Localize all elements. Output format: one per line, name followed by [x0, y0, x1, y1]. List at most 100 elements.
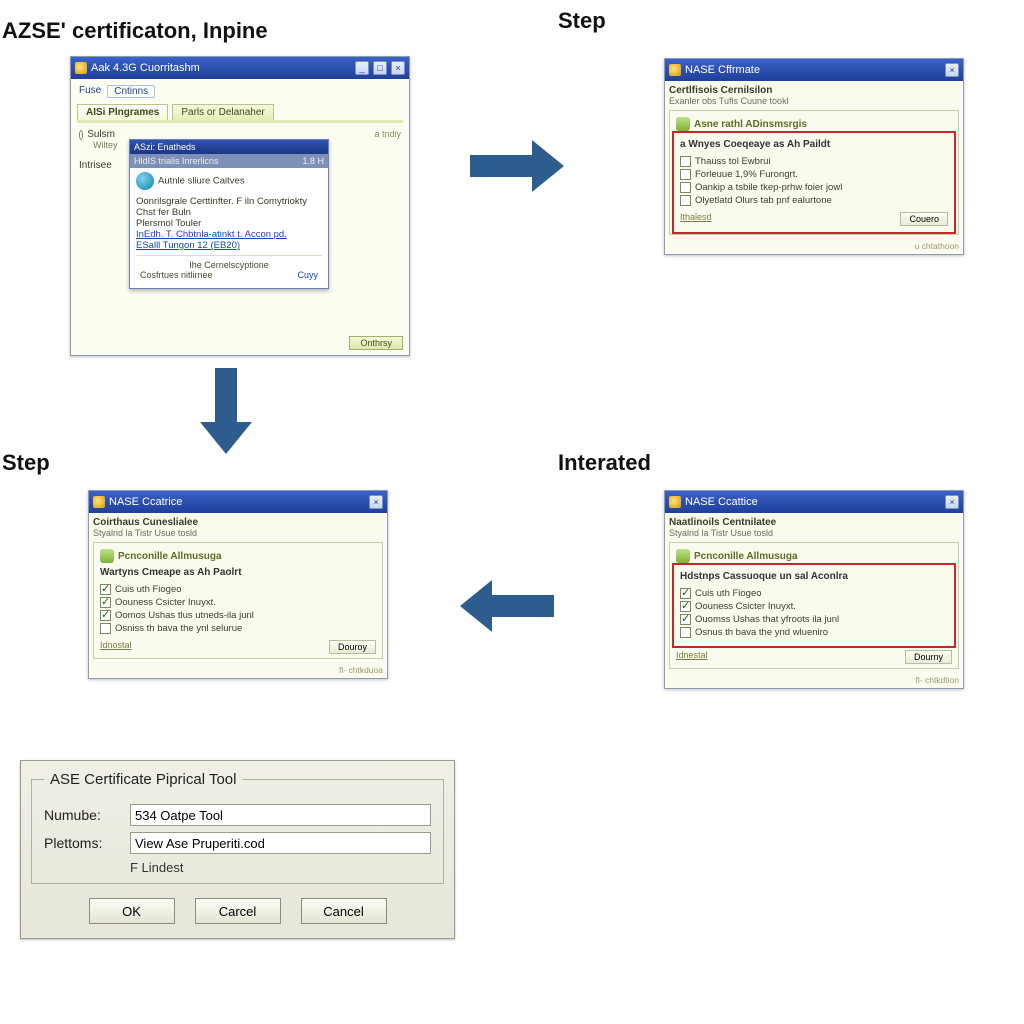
window-footer: u chtathoon [665, 239, 963, 254]
checkbox-label: Oankip a tsbile tkep-prhw foier jowl [695, 182, 842, 193]
arrow-left [460, 580, 554, 632]
checkbox[interactable] [680, 195, 691, 206]
close-button[interactable]: × [369, 495, 383, 509]
checkbox-label: Cuis uth Fiogeo [695, 588, 762, 599]
checkbox-label: Ouomss Ushas that yfroots ila junl [695, 614, 839, 625]
reset-link[interactable]: Ithalesd [680, 212, 712, 226]
popup-row: Autnle sliure Caitves [158, 176, 245, 187]
toolbar-item[interactable]: Cntinns [107, 85, 155, 98]
field-label-plettoms: Plettoms: [44, 835, 124, 851]
checkbox[interactable] [680, 169, 691, 180]
reset-link[interactable]: Idnestal [676, 650, 708, 664]
popup-title: ASzi: Enatheds [130, 140, 328, 154]
cancel-button[interactable]: Cancel [301, 898, 387, 924]
heading-mid-right: Interated [558, 450, 651, 476]
checkbox[interactable] [680, 156, 691, 167]
checkbox-label: Forleuue 1,9% Furongrt. [695, 169, 798, 180]
checkbox[interactable] [100, 610, 111, 621]
heading-mid-left: Step [2, 450, 50, 476]
checkbox-label: Oouness Csicter Inuyxt. [115, 597, 216, 608]
section-subheading: Styalnd la Tistr Usue tosld [93, 528, 383, 538]
titlebar: NASE Ccatrice × [89, 491, 387, 513]
checkbox-label: Cuis uth Fiogeo [115, 584, 182, 595]
dialog-legend: ASE Certificate Piprical Tool [44, 771, 242, 788]
number-input[interactable] [130, 804, 431, 826]
window-cert-wizard: Aak 4.3G Cuorritashm _ □ × Fuse Cntinns … [70, 56, 410, 356]
popup-line: Plersmol Touler [136, 218, 322, 229]
checkbox-label: Oomos Ushas tlus utneds-ila junl [115, 610, 254, 621]
checkbox[interactable] [100, 584, 111, 595]
window-title: NASE Ccattice [685, 496, 758, 508]
min-button[interactable]: _ [355, 61, 369, 75]
close-button[interactable]: × [945, 63, 959, 77]
checkbox[interactable] [680, 627, 691, 638]
popup-copy-link[interactable]: Cuyy [297, 270, 318, 280]
options-legend: Wartyns Cmeape as Ah Paolrt [100, 567, 376, 582]
dialog-ase-tool: ASE Certificate Piprical Tool Numube: Pl… [20, 760, 455, 939]
option-sublabel: Wiltey [93, 140, 115, 150]
window-footer: fl- chtkduoa [89, 663, 387, 678]
close-button[interactable]: × [945, 495, 959, 509]
checkbox-label: Thauss tol Ewbrui [695, 156, 771, 167]
side-note: a tndiy [374, 129, 401, 171]
shield-icon [676, 549, 690, 563]
panel-title: Pcnconille Allmusuga [694, 551, 798, 562]
tab-details[interactable]: Parls or Delanaher [172, 104, 273, 120]
options-legend: Hdstnps Cassuoque un sal Aconlra [680, 571, 948, 586]
highlighted-options: Hdstnps Cassuoque un sal Aconlra Cuis ut… [676, 567, 952, 644]
app-icon [669, 64, 681, 76]
checkbox-label: Osniss th bava the ynl selurue [115, 623, 242, 634]
panel-action-button[interactable]: Couero [900, 212, 948, 226]
shield-icon [100, 549, 114, 563]
heading-top-left: AZSE' certificaton, Inpine [2, 18, 268, 44]
checkbox[interactable] [100, 623, 111, 634]
info-popup: ASzi: Enatheds HldIS trialis Inrerlicns … [129, 139, 329, 289]
plettoms-input[interactable] [130, 832, 431, 854]
checkbox[interactable] [680, 182, 691, 193]
panel-title: Pcnconille Allmusuga [118, 551, 222, 562]
checkbox[interactable] [680, 614, 691, 625]
shield-icon [676, 117, 690, 131]
popup-link[interactable]: ESalll Tungon 12 (EB20) [136, 240, 322, 251]
window-title: NASE Cffrmate [685, 64, 760, 76]
panel-action-button[interactable]: Dourny [905, 650, 952, 664]
checkbox-label: Oouness Csicter Inuyxt. [695, 601, 796, 612]
field-label-number: Numube: [44, 807, 124, 823]
window-title: NASE Ccatrice [109, 496, 182, 508]
checkbox-label: Olyetlatd Olurs tab pnf ealurtone [695, 195, 832, 206]
section-heading: Coirthaus Cuneslialee [93, 517, 383, 528]
popup-stat: 1.8 H [302, 156, 324, 166]
checkbox[interactable] [680, 588, 691, 599]
radio-option[interactable] [79, 130, 83, 140]
continue-button[interactable]: Onthrsy [349, 336, 403, 350]
section-subheading: Exanler obs Tufls Cuune tookl [669, 96, 959, 106]
section-heading: Certlfisois Cernilsilon [669, 85, 959, 96]
window-nase-step2: NASE Ccattice × Naatlinoils Centnilatee … [664, 490, 964, 689]
popup-link[interactable]: InEdh. T. Chbtnla-atinkt t. Accon pd. [136, 229, 322, 240]
checkbox[interactable] [680, 601, 691, 612]
reset-link[interactable]: Idnostal [100, 640, 132, 654]
app-icon [75, 62, 87, 74]
arrow-right [470, 140, 564, 192]
popup-line: Chst fer Buln [136, 207, 322, 218]
dialog-hint: F Lindest [130, 860, 431, 875]
heading-top-right: Step [558, 8, 606, 34]
checkbox-label: Osnus th bava the ynd wlueniro [695, 627, 828, 638]
titlebar: NASE Cffrmate × [665, 59, 963, 81]
dialog-fieldset: ASE Certificate Piprical Tool Numube: Pl… [31, 771, 444, 884]
tab-programs[interactable]: AISi Plngrames [77, 104, 168, 120]
titlebar: Aak 4.3G Cuorritashm _ □ × [71, 57, 409, 79]
popup-foot-line: Cosfrtues nitlirnee [140, 270, 213, 280]
toolbar-item[interactable]: Fuse [79, 85, 101, 98]
app-icon [93, 496, 105, 508]
window-footer: fl- chtkdtion [665, 673, 963, 688]
highlighted-options: a Wnyes Coeqeaye as Ah Paildt Thauss tol… [676, 135, 952, 230]
max-button[interactable]: □ [373, 61, 387, 75]
panel-title: Asne rathl ADinsmsrgis [694, 119, 807, 130]
options-legend: a Wnyes Coeqeaye as Ah Paildt [680, 139, 948, 154]
panel-action-button[interactable]: Douroy [329, 640, 376, 654]
carcel-button[interactable]: Carcel [195, 898, 281, 924]
checkbox[interactable] [100, 597, 111, 608]
ok-button[interactable]: OK [89, 898, 175, 924]
close-button[interactable]: × [391, 61, 405, 75]
